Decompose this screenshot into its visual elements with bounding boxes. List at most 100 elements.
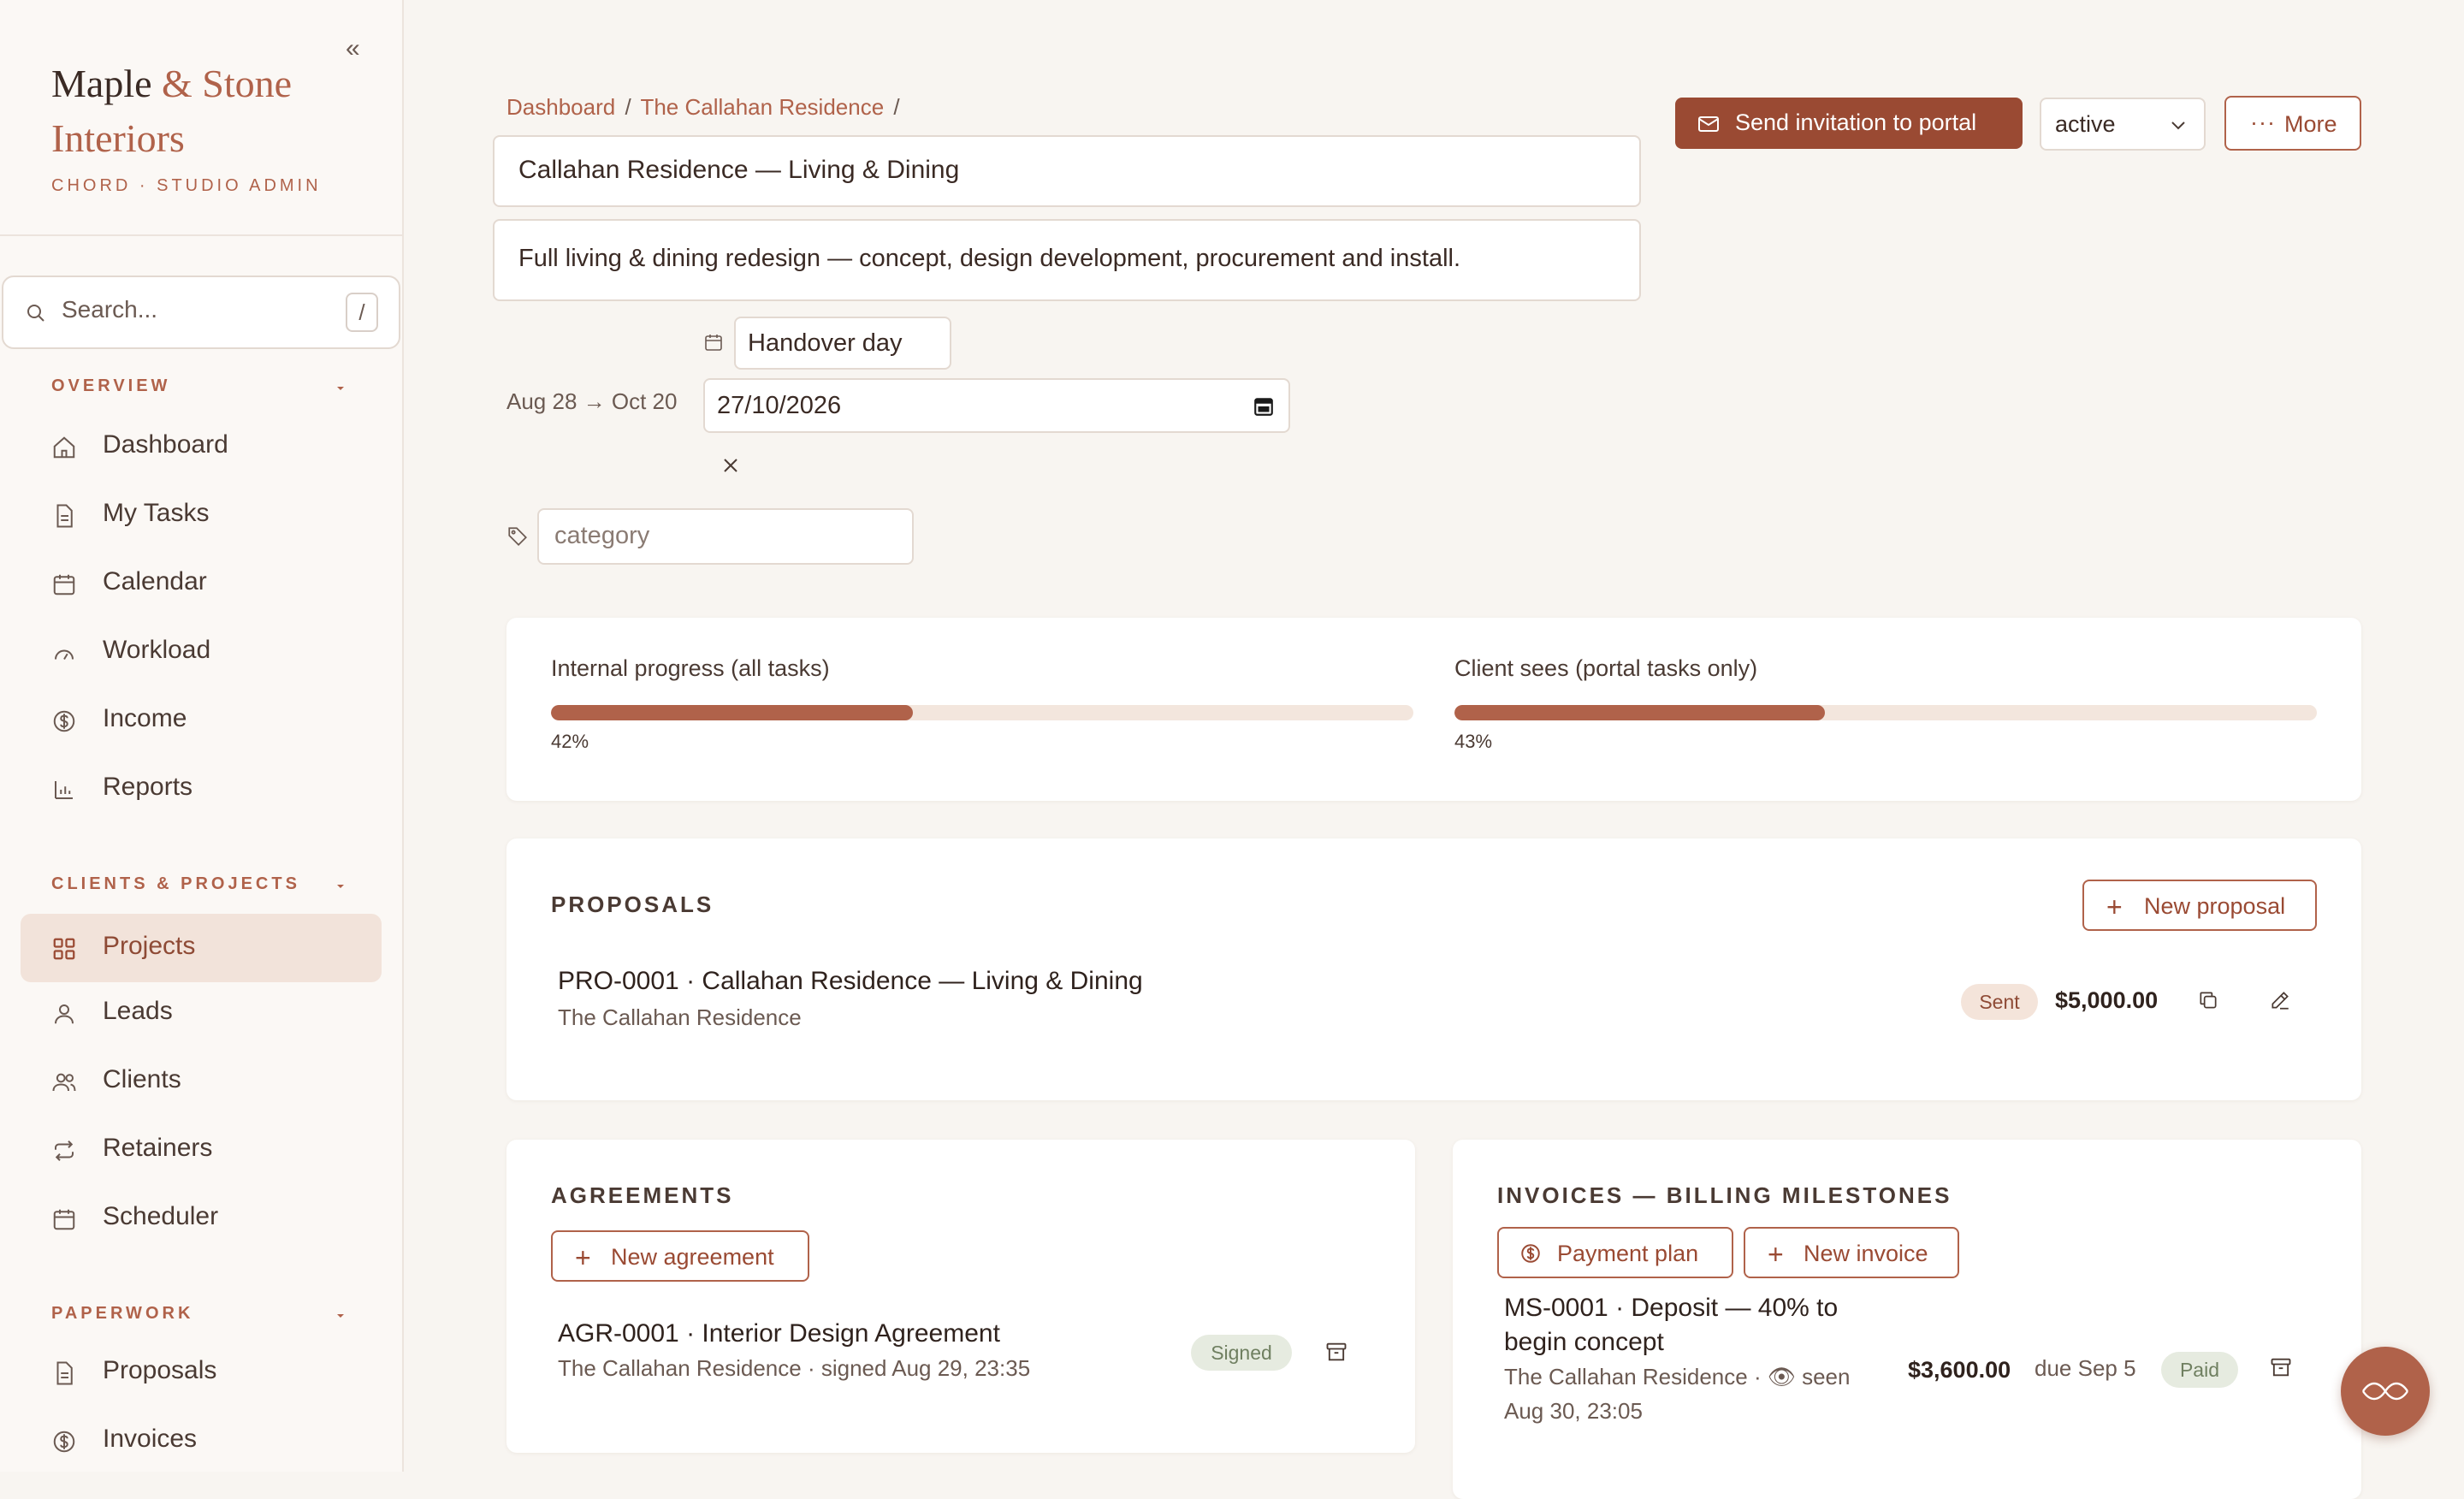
- sidebar-divider: [0, 234, 402, 236]
- handover-date-input[interactable]: 27/10/2026: [703, 378, 1290, 433]
- breadcrumb: Dashboard / The Callahan Residence /: [506, 94, 900, 120]
- mail-icon: [1697, 115, 1720, 133]
- internal-progress-fill: [551, 705, 914, 720]
- agreements-title: AGREEMENTS: [551, 1182, 734, 1208]
- status-badge: Paid: [2161, 1352, 2238, 1388]
- document-icon: [51, 1360, 77, 1386]
- status-select[interactable]: active: [2040, 98, 2206, 151]
- tag-icon: [506, 525, 529, 548]
- plus-icon: +: [1768, 1239, 1784, 1270]
- invoice-subtitle-line2: Aug 30, 23:05: [1504, 1398, 1643, 1424]
- sidebar-item-proposals[interactable]: Proposals: [21, 1338, 382, 1407]
- status-badge: Sent: [1961, 984, 2038, 1020]
- collapse-sidebar-button[interactable]: «: [346, 34, 360, 63]
- nav-section-overview[interactable]: OVERVIEW: [51, 376, 170, 396]
- nav-section-paperwork[interactable]: PAPERWORK: [51, 1304, 193, 1324]
- internal-progress-track: [551, 705, 1413, 720]
- category-input[interactable]: category: [537, 508, 914, 565]
- project-title-input[interactable]: Callahan Residence — Living & Dining: [493, 135, 1641, 207]
- client-progress-track: [1454, 705, 2317, 720]
- calendar-icon: [703, 332, 724, 353]
- chevron-down-icon[interactable]: [334, 382, 347, 393]
- invoice-subtitle-line1: The Callahan Residence · 👁 seen: [1504, 1364, 1851, 1389]
- copy-icon[interactable]: [2197, 989, 2219, 1011]
- sidebar-item-workload[interactable]: Workload: [21, 618, 382, 686]
- search-icon: [26, 303, 46, 323]
- brand-subtitle: CHORD · STUDIO ADMIN: [51, 176, 322, 195]
- client-progress-label: Client sees (portal tasks only): [1454, 655, 1758, 681]
- client-progress-fill: [1454, 705, 1826, 720]
- bar-chart-icon: [51, 777, 77, 803]
- agreement-title: AGR-0001 · Interior Design Agreement: [558, 1319, 1000, 1348]
- chevron-down-icon[interactable]: [334, 1310, 347, 1320]
- users-icon: [51, 1069, 77, 1095]
- sidebar-item-invoices[interactable]: Invoices: [21, 1407, 382, 1475]
- invoice-amount: $3,600.00: [1908, 1357, 2011, 1383]
- archive-icon[interactable]: [2269, 1355, 2293, 1379]
- nav-section-clients-projects[interactable]: CLIENTS & PROJECTS: [51, 874, 300, 894]
- sidebar-item-clients[interactable]: Clients: [21, 1047, 382, 1116]
- sidebar-item-my-tasks[interactable]: My Tasks: [21, 481, 382, 549]
- new-agreement-button[interactable]: + New agreement: [551, 1230, 809, 1282]
- chevron-down-icon: [2170, 120, 2187, 132]
- invoice-title-line1: MS-0001 · Deposit — 40% to: [1504, 1294, 1839, 1322]
- brand-name-amp: & Stone: [162, 62, 293, 105]
- chevron-down-icon[interactable]: [334, 880, 347, 891]
- sidebar-item-reports[interactable]: Reports: [21, 755, 382, 823]
- agreement-subtitle: The Callahan Residence · signed Aug 29, …: [558, 1355, 1031, 1381]
- user-icon: [51, 1001, 77, 1027]
- gauge-icon: [51, 640, 77, 666]
- grid-icon: [51, 936, 77, 962]
- breadcrumb-dashboard[interactable]: Dashboard: [506, 94, 615, 120]
- breadcrumb-residence[interactable]: The Callahan Residence: [640, 94, 884, 120]
- invoice-title-line2: begin concept: [1504, 1328, 1664, 1356]
- calendar-icon: [51, 572, 77, 597]
- search-shortcut-key: /: [346, 293, 378, 332]
- invoices-title: INVOICES — BILLING MILESTONES: [1497, 1182, 1952, 1208]
- archive-icon[interactable]: [1324, 1340, 1348, 1364]
- handover-label-input[interactable]: Handover day: [734, 317, 951, 370]
- internal-progress-percent: 42%: [551, 731, 589, 752]
- sidebar-item-income[interactable]: Income: [21, 686, 382, 755]
- home-icon: [51, 435, 77, 460]
- calendar-icon[interactable]: [1253, 395, 1275, 418]
- date-range: Aug 28 → Oct 20: [506, 388, 678, 414]
- payment-plan-button[interactable]: Payment plan: [1497, 1227, 1733, 1278]
- sidebar: « Maple & Stone Interiors CHORD · STUDIO…: [0, 0, 404, 1472]
- new-invoice-button[interactable]: + New invoice: [1744, 1227, 1959, 1278]
- agreements-card: AGREEMENTS + New agreement AGR-0001 · In…: [506, 1140, 1415, 1453]
- proposal-subtitle: The Callahan Residence: [558, 1004, 802, 1030]
- edit-icon[interactable]: [2269, 989, 2291, 1011]
- send-invitation-button[interactable]: Send invitation to portal: [1675, 98, 2023, 149]
- sidebar-item-projects[interactable]: Projects: [21, 914, 382, 982]
- sidebar-item-calendar[interactable]: Calendar: [21, 549, 382, 618]
- sidebar-item-dashboard[interactable]: Dashboard: [21, 412, 382, 481]
- invoice-due: due Sep 5: [2035, 1355, 2136, 1381]
- brand-name-part1: Maple: [51, 62, 152, 105]
- search-placeholder: Search...: [62, 296, 158, 323]
- proposals-title: PROPOSALS: [551, 892, 714, 917]
- plus-icon: +: [2106, 892, 2123, 922]
- search-input[interactable]: Search... /: [2, 276, 400, 349]
- repeat-icon: [51, 1138, 77, 1164]
- status-badge: Signed: [1191, 1335, 1292, 1371]
- dollar-icon: [1519, 1242, 1542, 1265]
- new-proposal-button[interactable]: + New proposal: [2082, 880, 2317, 931]
- progress-card: Internal progress (all tasks) 42% Client…: [506, 618, 2361, 801]
- sidebar-item-scheduler[interactable]: Scheduler: [21, 1184, 382, 1253]
- document-icon: [51, 503, 77, 529]
- proposal-title: PRO-0001 · Callahan Residence — Living &…: [558, 967, 1143, 995]
- sidebar-item-retainers[interactable]: Retainers: [21, 1116, 382, 1184]
- client-progress-percent: 43%: [1454, 731, 1493, 752]
- sidebar-item-leads[interactable]: Leads: [21, 979, 382, 1047]
- proposal-amount: $5,000.00: [2055, 987, 2159, 1013]
- clear-date-icon[interactable]: [720, 455, 741, 476]
- plus-icon: +: [575, 1242, 591, 1273]
- dollar-icon: [51, 1429, 77, 1455]
- more-button[interactable]: ··· More: [2224, 96, 2361, 151]
- brand-name-part2: Interiors: [51, 116, 185, 160]
- project-description-input[interactable]: Full living & dining redesign — concept,…: [493, 219, 1641, 301]
- assistant-fab-button[interactable]: [2341, 1347, 2430, 1436]
- proposals-card: PROPOSALS + New proposal PRO-0001 · Call…: [506, 838, 2361, 1100]
- calendar-icon: [51, 1206, 77, 1232]
